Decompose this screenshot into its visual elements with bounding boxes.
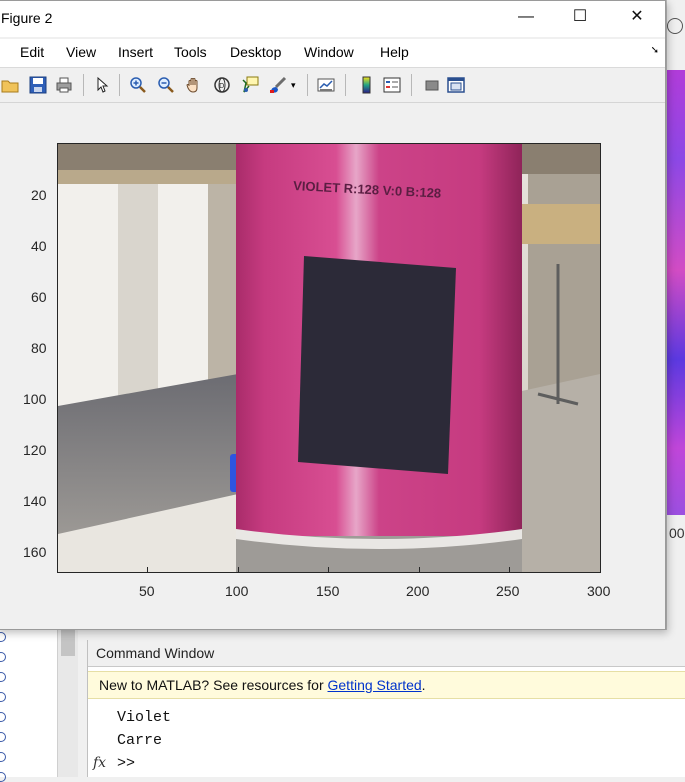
banner-text: New to MATLAB? See resources for (99, 677, 328, 693)
background-figure-window[interactable]: 00 (666, 0, 685, 630)
y-tick-label: 140 (23, 493, 47, 509)
data-cursor-icon[interactable] (241, 76, 259, 94)
menu-view[interactable]: View (66, 44, 96, 60)
background-tick-label: 00 (669, 525, 685, 541)
file-bullet-icon (0, 752, 6, 762)
command-prompt[interactable]: >> (117, 755, 135, 772)
svg-text:D: D (219, 82, 224, 90)
getting-started-link[interactable]: Getting Started (328, 677, 422, 693)
image-axes[interactable]: VIOLET R:128 V:0 B:128 (57, 143, 601, 573)
function-browser-icon[interactable]: fx (93, 752, 106, 775)
open-file-icon[interactable] (1, 76, 19, 94)
banner-period: . (421, 677, 426, 693)
scrollbar-thumb[interactable] (61, 630, 75, 656)
y-tick-label: 100 (23, 391, 47, 407)
y-tick-label: 160 (23, 544, 47, 560)
file-bullet-icon (0, 692, 6, 702)
menu-help[interactable]: Help (380, 44, 409, 60)
file-bullet-icon (0, 712, 6, 722)
matlab-resources-banner: New to MATLAB? See resources for Getting… (88, 671, 685, 699)
x-tick-label: 150 (316, 583, 340, 599)
title-bar[interactable]: Figure 2 — ☐ ✕ (0, 1, 665, 37)
menu-window[interactable]: Window (304, 44, 354, 60)
brush-icon[interactable] (269, 76, 287, 94)
figure-toolbar: D ▾ (0, 68, 665, 103)
zoom-out-icon[interactable] (157, 76, 175, 94)
panel-scrollbar[interactable] (57, 628, 78, 777)
toolbar-separator (307, 74, 308, 96)
menu-tools[interactable]: Tools (174, 44, 207, 60)
command-window-title: Command Window (88, 640, 685, 667)
close-button[interactable]: ✕ (614, 1, 660, 33)
x-tick-label: 200 (406, 583, 430, 599)
toolbar-separator (411, 74, 412, 96)
toolbar-separator (119, 74, 120, 96)
x-tick-mark (238, 567, 239, 572)
x-tick-label: 50 (139, 583, 155, 599)
toolbar-separator (345, 74, 346, 96)
y-tick-label: 20 (31, 187, 47, 203)
displayed-image[interactable]: VIOLET R:128 V:0 B:128 (58, 144, 600, 572)
help-icon (667, 18, 683, 34)
menubar-dock-arrow-icon[interactable]: ➘ (651, 45, 659, 56)
link-plot-icon[interactable] (317, 76, 335, 94)
menu-edit[interactable]: Edit (20, 44, 44, 60)
brush-dropdown-icon[interactable]: ▾ (291, 80, 299, 98)
menu-bar: Edit View Insert Tools Desktop Window He… (0, 39, 665, 68)
output-line: Carre (117, 732, 163, 749)
colorbar-icon[interactable] (357, 76, 375, 94)
legend-icon[interactable] (383, 76, 401, 94)
menu-desktop[interactable]: Desktop (230, 44, 281, 60)
save-icon[interactable] (29, 76, 47, 94)
zoom-in-icon[interactable] (129, 76, 147, 94)
figure-window[interactable]: Figure 2 — ☐ ✕ Edit View Insert Tools De… (0, 0, 666, 630)
pan-hand-icon[interactable] (185, 76, 203, 94)
x-tick-mark (419, 567, 420, 572)
show-plot-tools-icon[interactable] (447, 76, 465, 94)
window-title: Figure 2 (1, 10, 53, 26)
pointer-icon[interactable] (93, 76, 111, 94)
background-figure-image (667, 70, 685, 515)
file-bullet-icon (0, 652, 6, 662)
file-bullet-icon (0, 632, 6, 642)
figure-canvas[interactable]: VIOLET R:128 V:0 B:128 20 40 60 80 100 1… (0, 103, 665, 629)
minimize-button[interactable]: — (503, 1, 549, 33)
y-tick-label: 60 (31, 289, 47, 305)
x-tick-mark (509, 567, 510, 572)
toolbar-separator (83, 74, 84, 96)
x-tick-mark (328, 567, 329, 572)
output-line: Violet (117, 709, 172, 726)
menu-insert[interactable]: Insert (118, 44, 153, 60)
file-bullet-icon (0, 732, 6, 742)
maximize-button[interactable]: ☐ (557, 1, 603, 33)
x-tick-label: 100 (225, 583, 249, 599)
file-bullet-icon (0, 672, 6, 682)
x-tick-mark (147, 567, 148, 572)
x-tick-label: 250 (496, 583, 520, 599)
rotate-3d-icon[interactable]: D (213, 76, 231, 94)
command-prompt-row[interactable]: fx >> (93, 752, 685, 775)
command-output: Violet Carre fx >> (88, 706, 685, 775)
file-bullet-icon (0, 772, 6, 782)
command-window[interactable]: Command Window New to MATLAB? See resour… (87, 640, 685, 777)
y-tick-label: 120 (23, 442, 47, 458)
hide-plot-tools-icon[interactable] (423, 76, 441, 94)
y-tick-label: 80 (31, 340, 47, 356)
print-icon[interactable] (55, 76, 73, 94)
y-tick-label: 40 (31, 238, 47, 254)
x-tick-label: 300 (587, 583, 611, 599)
current-folder-panel (0, 628, 57, 782)
